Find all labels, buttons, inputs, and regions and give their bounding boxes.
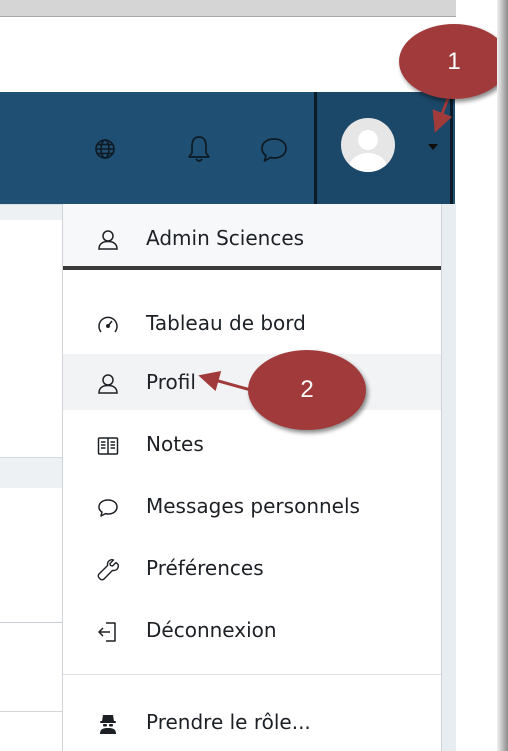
annotation-callout-1: 1 <box>399 24 508 99</box>
annotation-callout-2: 2 <box>248 350 366 430</box>
window-shadow <box>497 0 508 751</box>
